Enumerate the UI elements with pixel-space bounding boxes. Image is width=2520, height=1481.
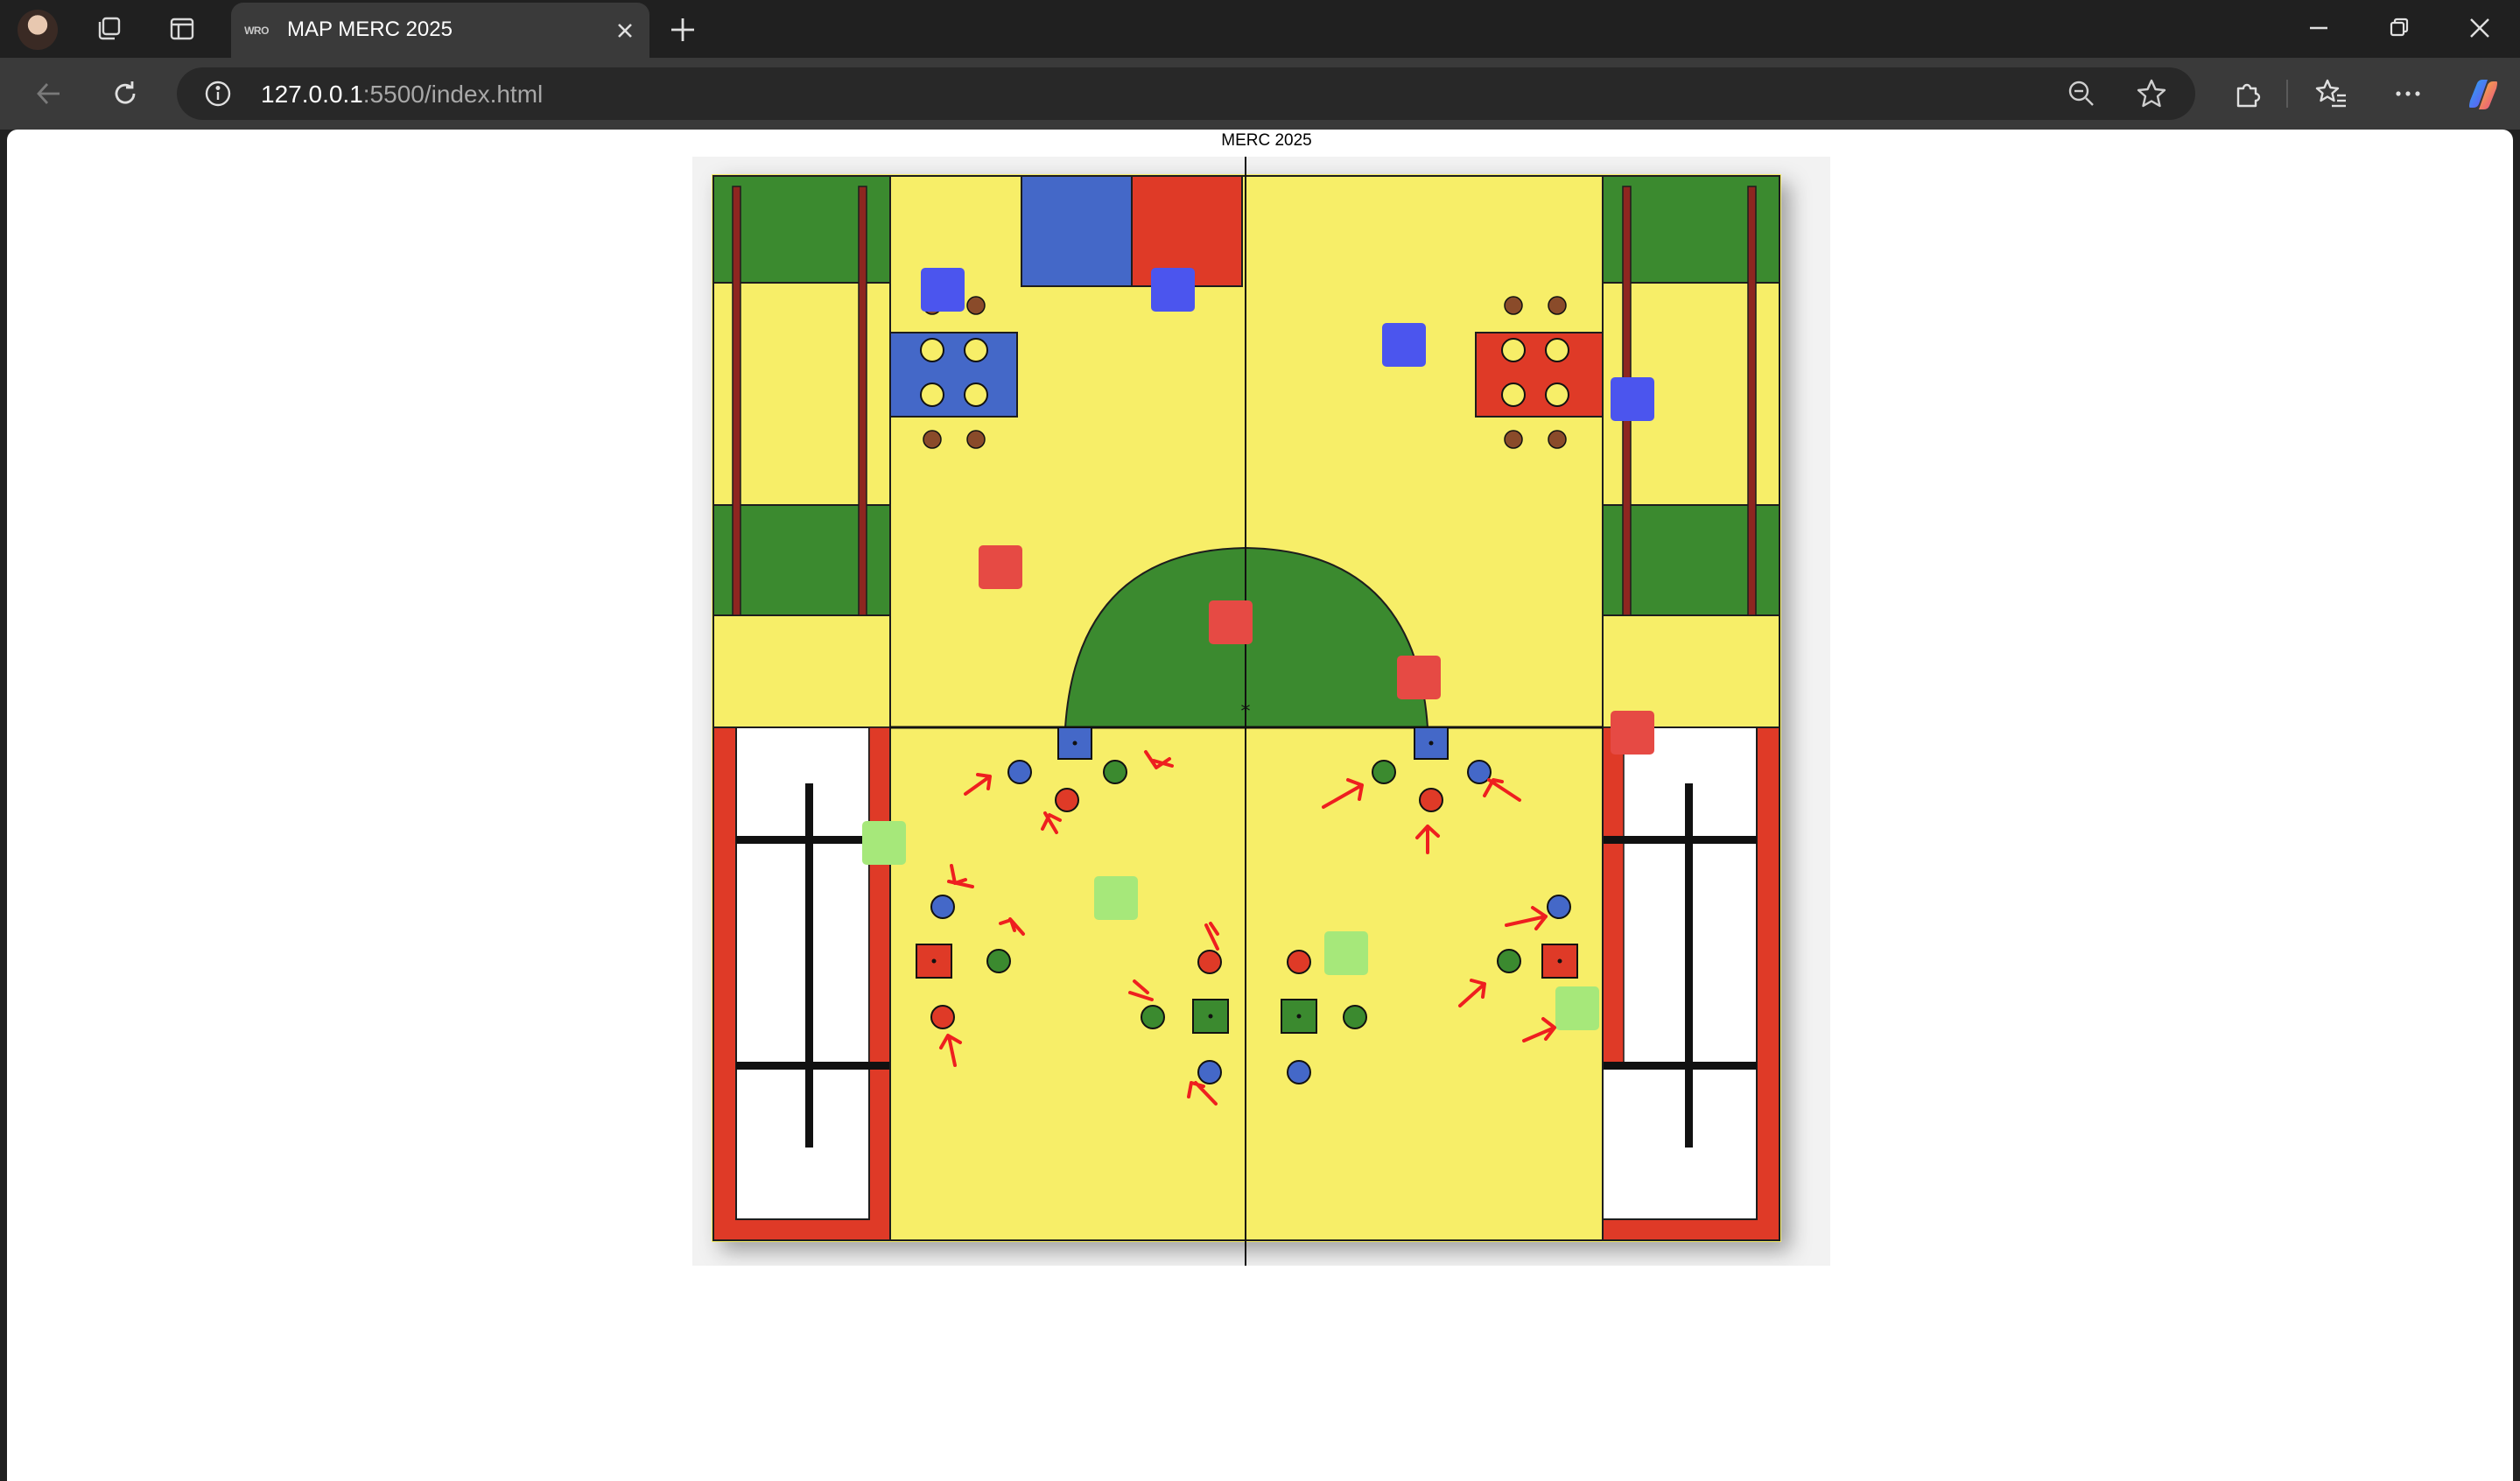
- navigation-toolbar: 127.0.0.1:5500/index.html: [0, 58, 2520, 130]
- extensions-icon[interactable]: [2230, 76, 2265, 111]
- center-field: *: [889, 157, 1604, 1266]
- tab-strip: WRO MAP MERC 2025: [0, 0, 2520, 58]
- page-viewport: MERC 2025 *: [7, 130, 2513, 1481]
- left-top-strip: [712, 175, 891, 728]
- url-text[interactable]: 127.0.0.1:5500/index.html: [261, 81, 543, 109]
- toolbar-divider: [2286, 80, 2288, 108]
- profile-avatar[interactable]: [18, 10, 58, 50]
- right-start-zone: [1602, 726, 1780, 1241]
- workspaces-icon[interactable]: [89, 10, 128, 48]
- field-map-image: *: [692, 157, 1830, 1270]
- page-title: MERC 2025: [1221, 131, 1312, 150]
- url-path: :5500/index.html: [362, 81, 544, 108]
- reload-icon[interactable]: [108, 76, 143, 111]
- favorites-icon[interactable]: [2314, 76, 2349, 111]
- more-icon[interactable]: [2390, 76, 2425, 111]
- site-favicon: WRO: [244, 25, 269, 37]
- zoom-out-icon[interactable]: [2065, 77, 2098, 110]
- info-icon[interactable]: [203, 79, 233, 109]
- active-tab[interactable]: WRO MAP MERC 2025: [231, 3, 649, 58]
- right-top-strip: [1602, 175, 1780, 728]
- svg-text:*: *: [1241, 701, 1251, 723]
- tab-title: MAP MERC 2025: [287, 18, 453, 41]
- restore-icon[interactable]: [2382, 11, 2417, 46]
- new-tab-icon[interactable]: [667, 14, 698, 46]
- back-icon[interactable]: [32, 76, 67, 111]
- left-start-zone: [712, 726, 891, 1241]
- minimize-icon[interactable]: [2301, 11, 2336, 46]
- close-window-icon[interactable]: [2462, 11, 2497, 46]
- close-tab-icon[interactable]: [613, 18, 637, 43]
- vertical-tabs-icon[interactable]: [163, 10, 201, 48]
- favorite-star-icon[interactable]: [2135, 77, 2168, 110]
- address-bar[interactable]: 127.0.0.1:5500/index.html: [177, 67, 2195, 120]
- url-host: 127.0.0.1: [261, 81, 363, 108]
- copilot-icon[interactable]: [2463, 74, 2503, 115]
